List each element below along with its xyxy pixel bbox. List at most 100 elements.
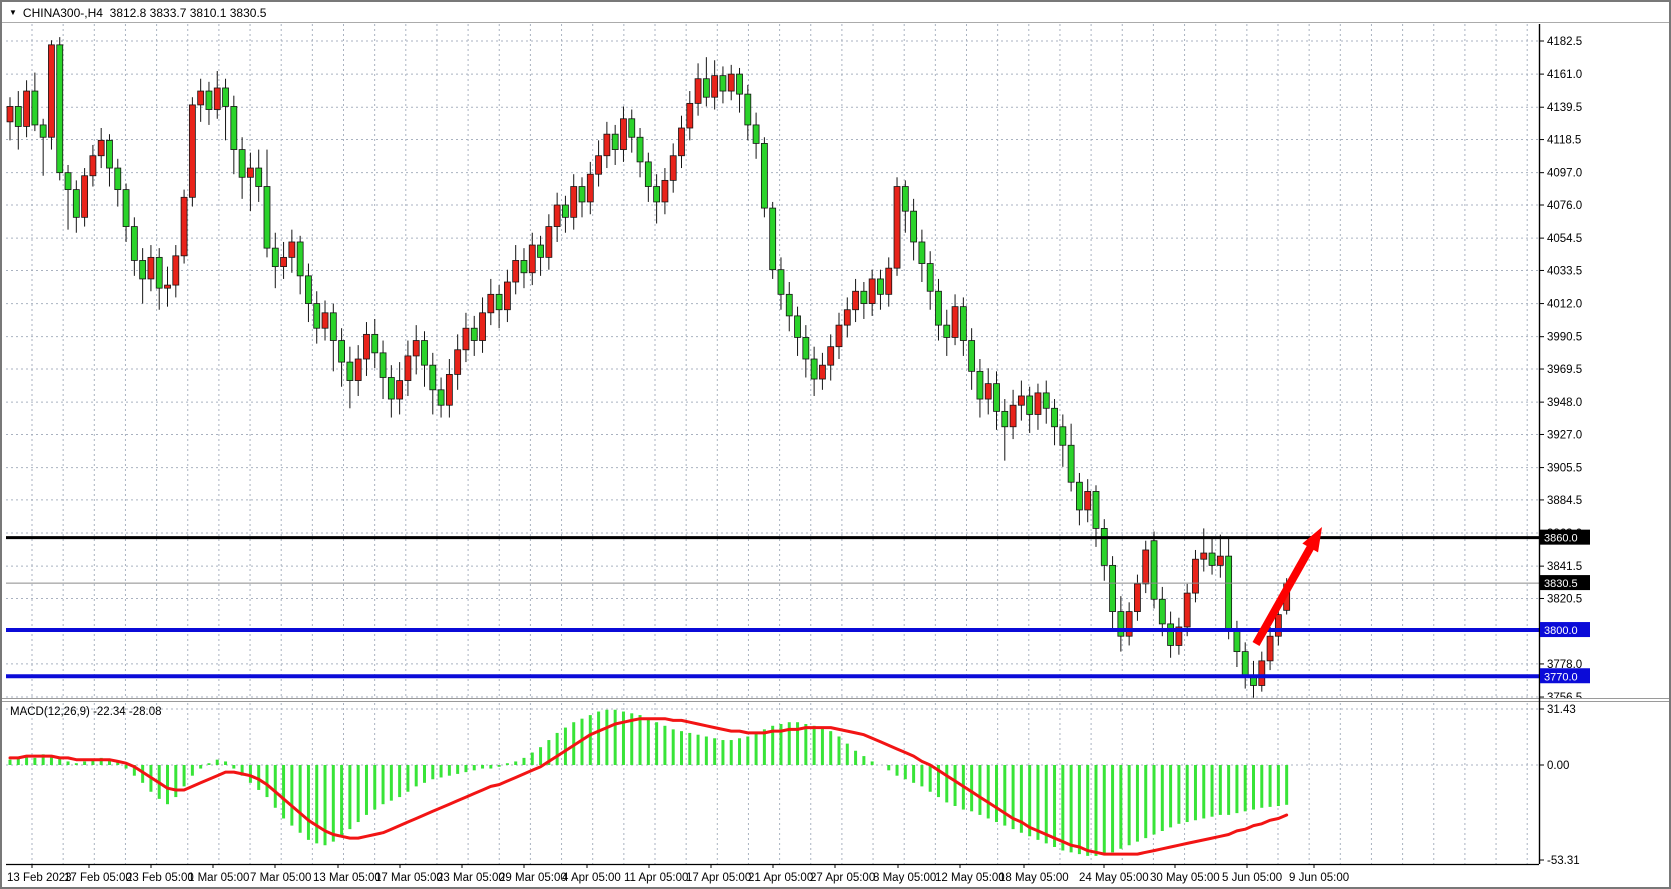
price-axis-label: 4161.0: [1547, 69, 1582, 81]
bull-candle: [165, 285, 171, 288]
bull-candle: [728, 74, 734, 91]
price-axis-label: 4118.5: [1547, 135, 1581, 147]
bear-candle: [347, 362, 353, 380]
macd-axis-label: -53.31: [1547, 855, 1580, 867]
bear-candle: [911, 211, 917, 242]
bull-candle: [894, 187, 900, 269]
symbol-dropdown-icon[interactable]: ▼: [9, 8, 17, 17]
price-badge-label: 3860.0: [1544, 533, 1578, 545]
bear-candle: [65, 173, 71, 190]
bear-candle: [380, 353, 386, 378]
time-axis-label: 1 Mar 05:00: [188, 872, 249, 884]
bear-candle: [538, 245, 544, 257]
bear-candle: [753, 125, 759, 143]
macd-indicator-label: MACD(12,26,9) -22.34 -28.08: [10, 705, 162, 719]
bear-candle: [297, 242, 303, 276]
time-axis-label: 24 May 05:00: [1079, 872, 1149, 884]
bear-candle: [654, 187, 660, 202]
bear-candle: [969, 341, 975, 372]
bull-candle: [546, 227, 552, 258]
bull-candle: [1085, 491, 1091, 509]
bull-candle: [712, 76, 718, 98]
symbol-period-label: CHINA300-,H4: [23, 6, 103, 20]
price-axis-label: 4076.0: [1547, 200, 1582, 212]
bear-candle: [1101, 528, 1107, 565]
bear-candle: [496, 294, 502, 309]
bear-candle: [40, 125, 46, 137]
bear-candle: [919, 242, 925, 264]
bull-candle: [189, 105, 195, 197]
time-axis-label: 29 Mar 05:00: [499, 872, 567, 884]
time-axis-label: 23 Mar 05:00: [437, 872, 505, 884]
bear-candle: [156, 257, 162, 288]
bull-candle: [148, 257, 154, 279]
bull-candle: [596, 156, 602, 174]
bull-candle: [529, 245, 535, 273]
bull-candle: [289, 242, 295, 257]
bull-candle: [7, 106, 13, 121]
bear-candle: [32, 91, 38, 125]
bull-candle: [1275, 615, 1281, 637]
bull-candle: [1143, 550, 1149, 584]
time-axis-label: 30 May 05:00: [1150, 872, 1220, 884]
time-axis-label: 7 Mar 05:00: [250, 872, 311, 884]
price-axis-label: 3841.5: [1547, 561, 1582, 573]
bull-candle: [48, 45, 54, 137]
bear-candle: [1118, 612, 1124, 637]
bear-candle: [15, 106, 21, 126]
bull-candle: [281, 257, 287, 266]
bear-candle: [770, 208, 776, 270]
price-axis-label: 3884.5: [1547, 495, 1582, 507]
price-axis-label: 4054.5: [1547, 233, 1582, 245]
bull-candle: [446, 374, 452, 405]
bear-candle: [231, 106, 237, 149]
bear-candle: [272, 248, 278, 266]
bull-candle: [513, 260, 519, 282]
bear-candle: [1068, 445, 1074, 482]
bear-candle: [562, 205, 568, 217]
bull-candle: [247, 168, 253, 177]
time-axis-label: 8 May 05:00: [873, 872, 936, 884]
bear-candle: [372, 334, 378, 352]
bull-candle: [405, 356, 411, 381]
bear-candle: [239, 150, 245, 178]
bull-candle: [844, 310, 850, 325]
bear-candle: [1093, 491, 1099, 528]
bear-candle: [737, 74, 743, 94]
bull-candle: [1217, 556, 1223, 565]
bull-candle: [173, 256, 179, 285]
bear-candle: [612, 134, 618, 149]
bear-candle: [422, 341, 428, 366]
bull-candle: [620, 119, 626, 150]
bull-candle: [355, 359, 361, 381]
bull-candle: [571, 187, 577, 218]
bear-candle: [902, 187, 908, 212]
price-axis-label: 3969.5: [1547, 364, 1582, 376]
bull-candle: [363, 334, 369, 359]
price-axis-label: 4012.0: [1547, 299, 1582, 311]
price-axis-label: 4033.5: [1547, 265, 1582, 277]
bear-candle: [579, 187, 585, 202]
bear-candle: [645, 162, 651, 187]
bear-candle: [1209, 553, 1215, 565]
time-axis-label: 12 May 05:00: [935, 872, 1005, 884]
bull-candle: [455, 350, 461, 375]
time-axis-label: 9 Jun 05:00: [1289, 872, 1349, 884]
bear-candle: [1168, 624, 1174, 646]
price-chart-canvas[interactable]: 4182.54161.04139.54118.54097.04076.04054…: [2, 2, 1671, 889]
bull-candle: [554, 205, 560, 227]
bull-candle: [1259, 661, 1265, 686]
price-badge-label: 3800.0: [1544, 625, 1578, 637]
bear-candle: [1242, 652, 1248, 677]
bear-candle: [703, 79, 709, 97]
bear-candle: [388, 377, 394, 399]
bear-candle: [264, 187, 270, 249]
bear-candle: [1076, 482, 1082, 510]
bull-candle: [82, 176, 88, 218]
bear-candle: [861, 291, 867, 303]
bull-candle: [985, 384, 991, 399]
bull-candle: [695, 79, 701, 104]
bear-candle: [330, 313, 336, 341]
price-axis-label: 4097.0: [1547, 168, 1582, 180]
bull-candle: [98, 140, 104, 155]
